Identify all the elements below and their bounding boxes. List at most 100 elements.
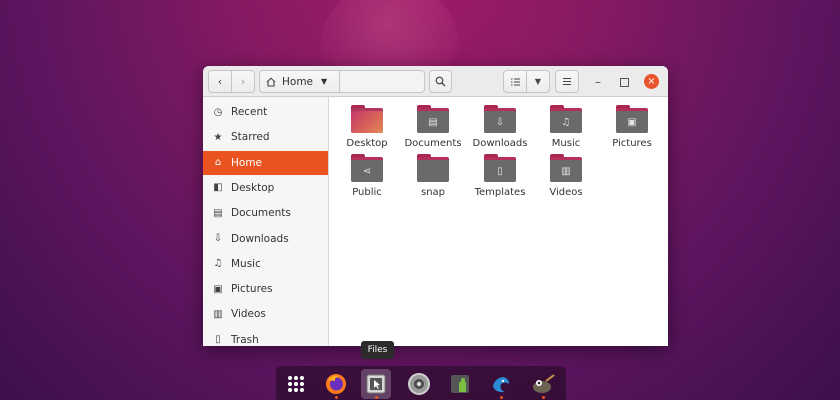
extensions-icon xyxy=(451,375,469,393)
search-button[interactable] xyxy=(429,70,452,93)
view-options-button[interactable]: ▼ xyxy=(526,70,550,93)
desktop-icon: ◧ xyxy=(213,182,223,194)
documents-icon: ▤ xyxy=(213,207,223,219)
sidebar-item-home[interactable]: ⌂ Home xyxy=(203,150,328,175)
dock-item-extensions[interactable] xyxy=(446,369,476,399)
file-name: Templates xyxy=(474,187,526,198)
file-name: Videos xyxy=(549,187,583,198)
sidebar-item-trash[interactable]: ▯ Trash xyxy=(203,328,328,346)
close-button[interactable]: × xyxy=(644,74,659,89)
pictures-icon: ▣ xyxy=(213,283,223,295)
dock-item-bird-app[interactable] xyxy=(486,369,516,399)
running-indicator xyxy=(375,396,378,399)
sidebar-item-desktop[interactable]: ◧ Desktop xyxy=(203,176,328,200)
path-home-button[interactable]: Home ▼ xyxy=(260,71,340,92)
downloads-folder-icon: ⇩ xyxy=(484,105,516,133)
sidebar-item-label: Videos xyxy=(231,308,266,321)
sidebar: ◷ Recent ★ Starred ⌂ Home ◧ Desktop ▤ Documents ⇩ D… xyxy=(203,97,329,346)
file-name: Downloads xyxy=(472,138,528,149)
running-indicator xyxy=(500,396,503,399)
file-name: Desktop xyxy=(346,138,388,149)
templates-folder-icon: ▯ xyxy=(484,154,516,182)
file-item[interactable]: ⇩ Downloads xyxy=(467,101,533,151)
file-item[interactable]: ▥ Videos xyxy=(533,150,599,200)
main-menu-button[interactable] xyxy=(555,70,579,93)
documents-folder-icon: ▤ xyxy=(417,105,449,133)
sidebar-item-label: Home xyxy=(231,156,263,169)
pictures-folder-icon: ▣ xyxy=(616,105,648,133)
files-icon xyxy=(366,374,386,394)
file-item[interactable]: Desktop xyxy=(334,101,400,151)
files-window: ‹ › Home ▼ ▼ – × ◷ Recent ★ Starred ⌂ Home ◧ De… xyxy=(203,66,668,346)
file-name: snap xyxy=(420,187,446,198)
dock-item-files[interactable] xyxy=(361,369,391,399)
music-folder-icon: ♫ xyxy=(550,105,582,133)
sidebar-item-label: Trash xyxy=(231,333,259,346)
file-name: Pictures xyxy=(612,138,652,149)
maximize-button[interactable] xyxy=(617,75,631,89)
sidebar-item-label: Recent xyxy=(231,106,268,118)
header-bar: ‹ › Home ▼ ▼ – × xyxy=(203,66,668,97)
dock-tooltip: Files xyxy=(361,341,394,359)
sidebar-item-label: Downloads xyxy=(231,232,289,245)
trash-icon: ▯ xyxy=(215,334,221,346)
path-bar: Home ▼ xyxy=(259,70,425,93)
clock-icon: ◷ xyxy=(213,106,223,118)
sidebar-item-downloads[interactable]: ⇩ Downloads xyxy=(203,227,328,251)
gimp-icon xyxy=(533,374,555,393)
public-folder-icon: ⋖ xyxy=(351,154,383,182)
sidebar-item-recent[interactable]: ◷ Recent xyxy=(203,100,328,124)
file-item[interactable]: ♫ Music xyxy=(533,101,599,151)
list-view-icon xyxy=(510,77,520,86)
hamburger-menu-icon xyxy=(563,77,571,86)
music-icon: ♫ xyxy=(213,258,223,270)
caret-down-icon: ▼ xyxy=(321,77,328,86)
settings-icon xyxy=(408,373,430,395)
sidebar-item-pictures[interactable]: ▣ Pictures xyxy=(203,277,328,301)
sidebar-item-label: Music xyxy=(231,257,261,270)
file-item[interactable]: ⋖ Public xyxy=(334,150,400,200)
sidebar-item-label: Pictures xyxy=(231,283,273,296)
file-item[interactable]: ▤ Documents xyxy=(400,101,466,151)
show-applications-button[interactable] xyxy=(281,369,311,399)
file-item[interactable]: ▣ Pictures xyxy=(599,101,665,151)
sidebar-item-starred[interactable]: ★ Starred xyxy=(203,125,328,149)
caret-down-icon: ▼ xyxy=(534,77,542,86)
sidebar-item-videos[interactable]: ▥ Videos xyxy=(203,302,328,326)
videos-folder-icon: ▥ xyxy=(550,154,582,182)
running-indicator xyxy=(335,396,338,399)
forward-button[interactable]: › xyxy=(231,70,255,93)
home-icon: ⌂ xyxy=(214,157,222,169)
bird-app-icon xyxy=(493,377,509,393)
sidebar-item-music[interactable]: ♫ Music xyxy=(203,252,328,276)
file-item[interactable]: snap xyxy=(400,150,466,200)
videos-icon: ▥ xyxy=(213,308,223,320)
sidebar-item-documents[interactable]: ▤ Documents xyxy=(203,201,328,225)
chevron-right-icon: › xyxy=(240,75,246,88)
dock-item-firefox[interactable] xyxy=(321,369,351,399)
sidebar-item-label: Starred xyxy=(231,131,270,144)
file-name: Music xyxy=(551,138,581,149)
file-name: Documents xyxy=(404,138,462,149)
search-icon xyxy=(435,76,446,87)
sidebar-item-label: Desktop xyxy=(231,181,275,194)
chevron-left-icon: ‹ xyxy=(217,75,223,88)
file-view: Desktop ▤ Documents ⇩ Downloads ♫ Music ▣ Pictur… xyxy=(330,97,668,346)
folder-icon xyxy=(417,154,449,182)
star-icon: ★ xyxy=(213,131,223,143)
home-icon xyxy=(266,76,276,87)
file-item[interactable]: ▯ Templates xyxy=(467,150,533,200)
path-label: Home xyxy=(282,75,314,88)
show-applications-icon xyxy=(288,376,304,392)
back-button[interactable]: ‹ xyxy=(208,70,232,93)
dock-item-settings[interactable] xyxy=(404,369,434,399)
minimize-button[interactable]: – xyxy=(591,75,605,89)
list-view-button[interactable] xyxy=(503,70,527,93)
dock xyxy=(276,366,566,400)
file-name: Public xyxy=(352,187,382,198)
firefox-icon xyxy=(326,374,346,394)
dock-item-gimp[interactable] xyxy=(528,369,558,399)
sidebar-item-label: Documents xyxy=(231,207,291,220)
downloads-icon: ⇩ xyxy=(213,233,223,244)
desktop-folder-icon xyxy=(351,105,383,133)
